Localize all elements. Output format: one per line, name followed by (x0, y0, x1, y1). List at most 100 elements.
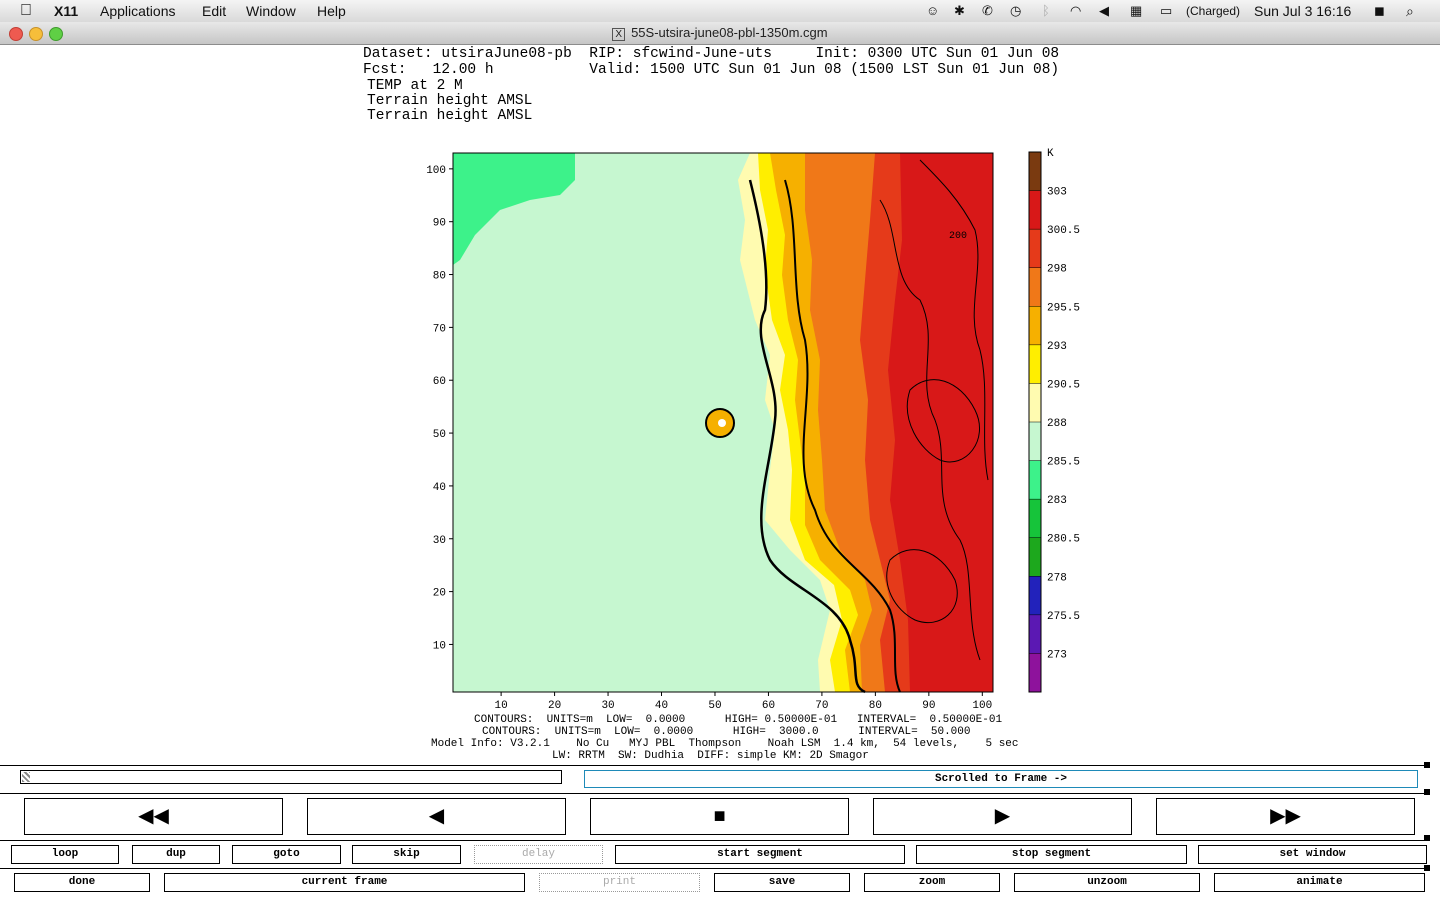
frame-scrollbar[interactable] (20, 770, 562, 784)
menu-bar:  X11 Applications Edit Window Help ☺ ✱ … (0, 0, 1440, 23)
y-tick-label: 90 (433, 218, 446, 230)
user-icon[interactable]: ◼ (1374, 3, 1385, 19)
alien-icon[interactable]: ☺ (926, 3, 939, 19)
delay-button[interactable]: delay (474, 845, 603, 864)
x-tick-label: 50 (708, 700, 721, 712)
island-marker (718, 419, 726, 427)
antenna-icon[interactable]: ✱ (954, 3, 965, 19)
scrollbar-thumb[interactable] (22, 772, 30, 782)
colorbar-level-label: 300.5 (1047, 225, 1080, 237)
colorbar-swatch (1029, 383, 1041, 423)
x-tick-label: 90 (922, 700, 935, 712)
colorbar-level-label: 280.5 (1047, 534, 1080, 546)
y-tick-label: 30 (433, 535, 446, 547)
y-tick-label: 70 (433, 323, 446, 335)
x-tick-label: 60 (762, 700, 775, 712)
battery-icon[interactable]: ▭ (1160, 3, 1172, 19)
time-machine-icon[interactable]: ◷ (1010, 3, 1021, 19)
fast-forward-icon: ▶▶ (1270, 805, 1301, 827)
colorbar-swatch (1029, 306, 1041, 346)
phone-icon[interactable]: ✆ (982, 3, 993, 19)
bluetooth-icon[interactable]: ᛒ (1042, 3, 1050, 19)
x-tick-label: 10 (495, 700, 508, 712)
x-tick-label: 80 (869, 700, 882, 712)
clock[interactable]: Sun Jul 3 16:16 (1254, 3, 1351, 19)
x-axis: 10 20 30 40 50 60 70 80 90 100 (495, 692, 992, 712)
animate-button[interactable]: animate (1214, 873, 1425, 892)
done-button[interactable]: done (14, 873, 150, 892)
colorbar: K 303 300.5 298 295.5 293 290.5 288 285.5 283 280.… (1028, 148, 1080, 693)
terrain-label-1: Terrain height AMSL (367, 93, 533, 109)
colorbar-level-label: 273 (1047, 649, 1067, 661)
terrain-label-2: Terrain height AMSL (367, 108, 533, 124)
menu-app-name[interactable]: X11 (54, 2, 78, 20)
stop-icon: ■ (713, 805, 726, 827)
menu-edit[interactable]: Edit (202, 2, 226, 20)
unzoom-button[interactable]: unzoom (1014, 873, 1200, 892)
stop-button[interactable]: ■ (590, 798, 849, 835)
calendar-icon[interactable]: ▦ (1130, 3, 1142, 19)
x-tick-label: 100 (972, 700, 992, 712)
divider (0, 765, 1430, 766)
resize-handle[interactable] (1424, 789, 1430, 795)
divider (0, 793, 1430, 794)
stop-segment-button[interactable]: stop segment (916, 845, 1187, 864)
colorbar-level-label: 283 (1047, 495, 1067, 507)
current-frame-button[interactable]: current frame (164, 873, 525, 892)
fast-forward-button[interactable]: ▶▶ (1156, 798, 1415, 835)
print-button[interactable]: print (539, 873, 700, 892)
dataset-line: Dataset: utsiraJune08-pb RIP: sfcwind-Ju… (363, 46, 1060, 62)
x-tick-label: 40 (655, 700, 668, 712)
menu-window[interactable]: Window (246, 2, 296, 20)
zoom-button[interactable]: zoom (864, 873, 1000, 892)
colorbar-swatch (1029, 653, 1041, 693)
y-tick-label: 20 (433, 588, 446, 600)
rewind-button[interactable]: ◀◀ (24, 798, 283, 835)
skip-button[interactable]: skip (352, 845, 461, 864)
resize-handle[interactable] (1424, 762, 1430, 768)
start-segment-button[interactable]: start segment (615, 845, 905, 864)
contour-info-1: CONTOURS: UNITS=m LOW= 0.0000 HIGH= 0.50… (474, 714, 1003, 726)
menu-help[interactable]: Help (317, 2, 346, 20)
colorbar-swatch (1029, 190, 1041, 230)
colorbar-swatch (1029, 614, 1041, 654)
colorbar-swatch (1029, 499, 1041, 539)
volume-icon[interactable]: ◀ (1099, 3, 1109, 19)
battery-status: (Charged) (1186, 4, 1241, 18)
colorbar-level-label: 285.5 (1047, 457, 1080, 469)
map-field: 200 (452, 152, 994, 694)
colorbar-level-label: 290.5 (1047, 379, 1080, 391)
colorbar-level-label: 295.5 (1047, 302, 1080, 314)
colorbar-swatch (1029, 229, 1041, 269)
rewind-icon: ◀◀ (138, 805, 169, 827)
dup-button[interactable]: dup (132, 845, 220, 864)
play-button[interactable]: ▶ (873, 798, 1132, 835)
y-tick-label: 100 (426, 165, 446, 177)
x11-doc-icon: X (612, 28, 626, 41)
y-tick-label: 10 (433, 640, 446, 652)
divider (0, 868, 1430, 869)
wifi-icon[interactable]: ◠ (1070, 3, 1081, 19)
colorbar-level-label: 298 (1047, 264, 1067, 276)
save-button[interactable]: save (714, 873, 850, 892)
colorbar-level-label: 288 (1047, 418, 1067, 430)
divider (0, 840, 1430, 841)
set-window-button[interactable]: set window (1198, 845, 1427, 864)
goto-button[interactable]: goto (232, 845, 341, 864)
x-tick-label: 70 (815, 700, 828, 712)
step-back-button[interactable]: ◀ (307, 798, 566, 835)
y-axis: 100 90 80 70 60 50 40 30 20 10 (426, 165, 453, 652)
physics-info: LW: RRTM SW: Dudhia DIFF: simple KM: 2D … (552, 750, 869, 762)
apple-menu-icon[interactable]:  (20, 2, 32, 20)
window-title-text: 55S-utsira-june08-pbl-1350m.cgm (631, 25, 828, 40)
y-tick-label: 80 (433, 271, 446, 283)
window-title: X 55S-utsira-june08-pbl-1350m.cgm (0, 25, 1440, 41)
colorbar-unit: K (1047, 148, 1054, 160)
spotlight-search-icon[interactable]: ⌕ (1406, 3, 1414, 19)
loop-button[interactable]: loop (11, 845, 119, 864)
menu-applications[interactable]: Applications (100, 2, 176, 20)
colorbar-swatch (1029, 576, 1041, 616)
step-back-icon: ◀ (428, 805, 445, 827)
contour-info-2: CONTOURS: UNITS=m LOW= 0.0000 HIGH= 3000… (482, 726, 971, 738)
colorbar-level-label: 303 (1047, 187, 1067, 199)
